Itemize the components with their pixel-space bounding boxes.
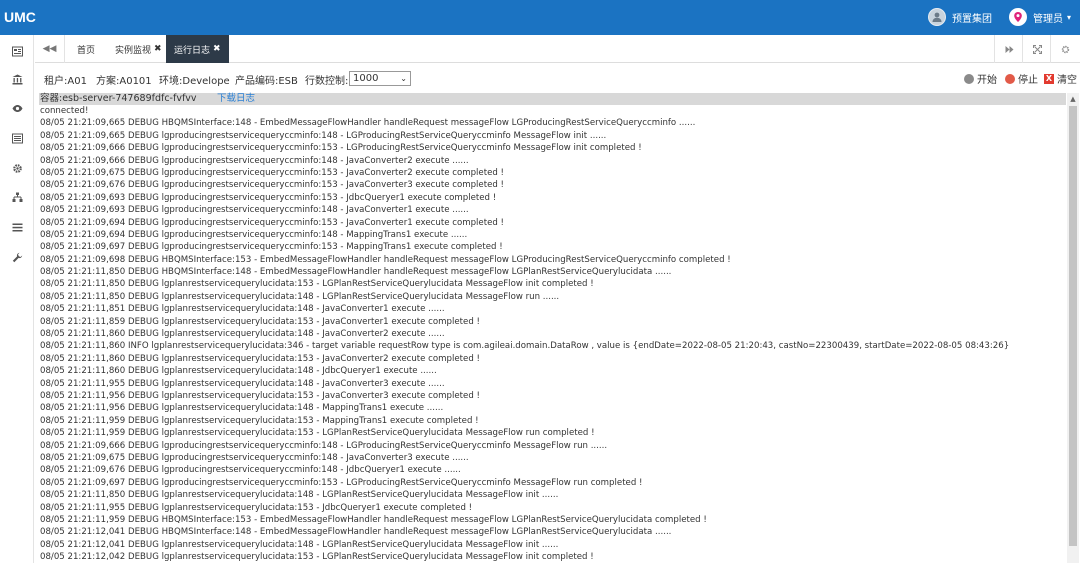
log-line: 08/05 21:21:09,675 DEBUG lgproducingrest… — [40, 167, 504, 178]
stop-label: 停止 — [1018, 75, 1038, 86]
log-line: 08/05 21:21:11,850 DEBUG HBQMSInterface:… — [40, 267, 672, 278]
scroll-thumb[interactable] — [1069, 106, 1077, 546]
tabs-scroll-left-button[interactable]: ◀◀ — [35, 35, 65, 63]
environment-label: 环境:Develope — [159, 76, 230, 87]
log-panel: 容器:esb-server-747689fdfc-fvfvv 下载日志 conn… — [39, 92, 1079, 563]
log-line: 08/05 21:21:11,959 DEBUG lgplanrestservi… — [40, 415, 479, 426]
log-line: 08/05 21:21:09,665 DEBUG HBQMSInterface:… — [40, 118, 696, 129]
app-logo: UMC — [4, 9, 36, 25]
download-log-link[interactable]: 下载日志 — [217, 93, 255, 105]
rows-control-value: 1000 — [353, 73, 379, 84]
log-line: 08/05 21:21:11,956 DEBUG lgplanrestservi… — [40, 403, 444, 414]
dashboard-icon[interactable] — [9, 43, 25, 59]
stop-icon — [1005, 73, 1015, 84]
log-line: 08/05 21:21:09,698 DEBUG HBQMSInterface:… — [40, 254, 731, 265]
play-icon — [964, 73, 974, 84]
log-line: 08/05 21:21:09,666 DEBUG lgproducingrest… — [40, 155, 469, 166]
location-pin-icon — [1009, 8, 1027, 26]
log-line: 08/05 21:21:09,697 DEBUG lgproducingrest… — [40, 477, 643, 488]
avatar — [928, 8, 946, 26]
log-line: 08/05 21:21:11,859 DEBUG lgplanrestservi… — [40, 316, 480, 327]
product-code-label: 产品编码:ESB — [235, 76, 298, 87]
rows-control-select[interactable]: 1000 ⌄ — [349, 71, 411, 86]
log-line: 08/05 21:21:09,693 DEBUG lgproducingrest… — [40, 205, 469, 216]
log-line: 08/05 21:21:09,666 DEBUG lgproducingrest… — [40, 440, 608, 451]
tab-run-log[interactable]: 运行日志 ✖ — [166, 35, 229, 63]
scroll-up-icon[interactable]: ▲ — [1067, 93, 1079, 105]
top-bar: UMC 预置集团 管理员 ▾ — [0, 0, 1080, 35]
chevron-down-icon: ▾ — [1067, 12, 1072, 22]
log-lines: connected! 08/05 21:21:09,665 DEBUG HBQMS… — [40, 105, 1066, 563]
close-icon[interactable]: ✖ — [213, 44, 221, 54]
log-line: 08/05 21:21:11,860 INFO lgplanrestservic… — [40, 341, 1010, 352]
server-icon[interactable] — [9, 130, 25, 146]
org-menu[interactable]: 预置集团 — [928, 8, 992, 26]
log-line: 08/05 21:21:11,860 DEBUG lgplanrestservi… — [40, 353, 480, 364]
log-line: 08/05 21:21:12,041 DEBUG lgplanrestservi… — [40, 539, 559, 550]
forward-icon[interactable] — [994, 35, 1024, 63]
tenant-label: 租户:A01 — [44, 76, 87, 87]
settings-icon[interactable] — [1050, 35, 1080, 63]
tab-instance-monitor[interactable]: 实例监视 ✖ — [115, 35, 162, 63]
sidebar — [0, 35, 34, 563]
chevron-down-icon: ⌄ — [400, 74, 407, 83]
log-line: 08/05 21:21:12,041 DEBUG HBQMSInterface:… — [40, 527, 672, 538]
start-button[interactable]: 开始 — [964, 71, 997, 86]
user-menu[interactable]: 管理员 ▾ — [1009, 8, 1071, 26]
container-header: 容器:esb-server-747689fdfc-fvfvv 下载日志 — [39, 93, 1066, 105]
log-line: 08/05 21:21:11,850 DEBUG lgplanrestservi… — [40, 490, 559, 501]
list-icon[interactable] — [9, 219, 25, 235]
log-line: 08/05 21:21:09,676 DEBUG lgproducingrest… — [40, 180, 504, 191]
log-line: 08/05 21:21:09,665 DEBUG lgproducingrest… — [40, 130, 607, 141]
log-line: 08/05 21:21:11,956 DEBUG lgplanrestservi… — [40, 390, 480, 401]
stop-button[interactable]: 停止 — [1005, 71, 1038, 86]
log-line: 08/05 21:21:11,959 DEBUG lgplanrestservi… — [40, 428, 595, 439]
log-toolbar: 租户:A01 方案:A0101 环境:Develope 产品编码:ESB 行数控… — [35, 64, 1080, 92]
log-line: 08/05 21:21:09,697 DEBUG lgproducingrest… — [40, 242, 503, 253]
container-name: 容器:esb-server-747689fdfc-fvfvv — [40, 93, 197, 104]
log-line: 08/05 21:21:11,860 DEBUG lgplanrestservi… — [40, 366, 437, 377]
tab-label: 首页 — [77, 45, 96, 56]
rows-control-label: 行数控制: — [305, 76, 349, 87]
log-line: 08/05 21:21:11,850 DEBUG lgplanrestservi… — [40, 279, 594, 290]
log-line: 08/05 21:21:11,959 DEBUG HBQMSInterface:… — [40, 514, 707, 525]
user-icon — [932, 12, 942, 22]
log-line: 08/05 21:21:09,675 DEBUG lgproducingrest… — [40, 452, 469, 463]
wrench-icon[interactable] — [9, 249, 25, 265]
log-line: 08/05 21:21:09,666 DEBUG lgproducingrest… — [40, 143, 642, 154]
log-line: 08/05 21:21:11,850 DEBUG lgplanrestservi… — [40, 291, 560, 302]
fullscreen-icon[interactable] — [1022, 35, 1052, 63]
log-line: 08/05 21:21:09,676 DEBUG lgproducingrest… — [40, 465, 461, 476]
start-label: 开始 — [977, 75, 997, 86]
log-line: connected! — [40, 106, 89, 116]
tab-home[interactable]: 首页 — [77, 35, 95, 63]
eye-icon[interactable] — [9, 100, 25, 116]
clear-button[interactable]: X 清空 — [1044, 71, 1077, 86]
scheme-label: 方案:A0101 — [96, 76, 152, 87]
log-line: 08/05 21:21:11,955 DEBUG lgplanrestservi… — [40, 502, 473, 513]
sitemap-icon[interactable] — [9, 189, 25, 205]
log-line: 08/05 21:21:11,851 DEBUG lgplanrestservi… — [40, 304, 445, 315]
clear-label: 清空 — [1057, 75, 1077, 86]
log-line: 08/05 21:21:09,694 DEBUG lgproducingrest… — [40, 217, 504, 228]
bank-icon[interactable] — [9, 71, 25, 87]
user-name: 管理员 — [1033, 13, 1063, 25]
log-line: 08/05 21:21:11,955 DEBUG lgplanrestservi… — [40, 378, 445, 389]
log-line: 08/05 21:21:11,860 DEBUG lgplanrestservi… — [40, 329, 445, 340]
tab-label: 运行日志 — [174, 45, 211, 56]
clear-icon: X — [1044, 73, 1054, 84]
close-icon[interactable]: ✖ — [154, 44, 162, 54]
org-name: 预置集团 — [952, 13, 992, 25]
log-scrollbar[interactable]: ▲ — [1067, 93, 1079, 563]
tab-label: 实例监视 — [115, 45, 152, 56]
tab-bar: ◀◀ 首页 实例监视 ✖ 运行日志 ✖ — [35, 35, 1080, 63]
log-line: 08/05 21:21:09,693 DEBUG lgproducingrest… — [40, 192, 497, 203]
gear-icon[interactable] — [9, 160, 25, 176]
log-line: 08/05 21:21:09,694 DEBUG lgproducingrest… — [40, 229, 468, 240]
log-line: 08/05 21:21:12,042 DEBUG lgplanrestservi… — [40, 552, 594, 563]
